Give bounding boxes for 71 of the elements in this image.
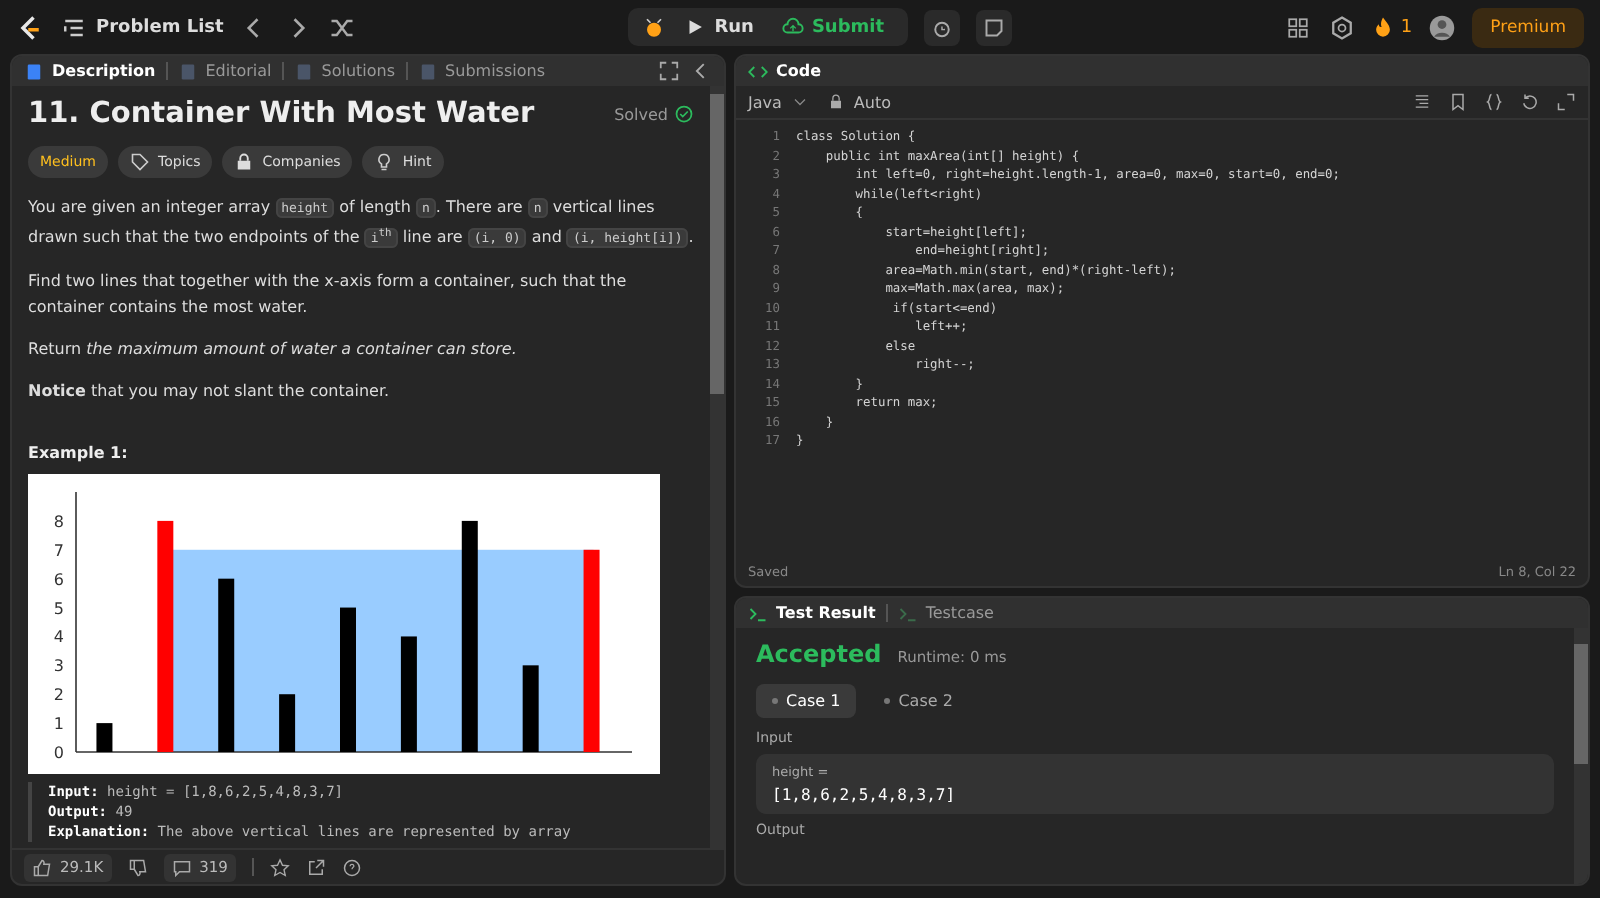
layout-icon[interactable] [1284, 13, 1313, 41]
auto-mode-button[interactable]: Auto [825, 92, 891, 112]
streak-counter[interactable]: 1 [1372, 16, 1413, 38]
dislike-icon[interactable] [127, 857, 148, 877]
panel-tab[interactable]: Test Result [748, 603, 876, 623]
tag-icon [130, 152, 150, 172]
lightbulb-icon [374, 152, 395, 172]
parameter-value: [1,8,6,2,5,4,8,3,7] [772, 786, 958, 804]
scrollbar[interactable] [1574, 628, 1588, 884]
description-paragraph: Find two lines that together with the x-axis form a container, such that the container contains the most water. [28, 270, 629, 321]
expand-icon[interactable] [1556, 92, 1576, 112]
share-icon[interactable] [305, 857, 326, 877]
problem-title: 11. Container With Most Water [28, 98, 537, 130]
dot-icon [884, 698, 891, 704]
scrollbar-thumb[interactable] [710, 94, 724, 394]
lock-icon [825, 92, 846, 112]
logo-icon[interactable] [16, 13, 44, 41]
code-icon [748, 61, 768, 81]
format-icon[interactable] [1412, 92, 1432, 112]
solved-status: Solved [614, 105, 668, 123]
terminal-icon [897, 603, 918, 623]
comment-icon [171, 857, 192, 877]
problem-list-button[interactable]: Problem List [60, 13, 224, 41]
dot-icon [772, 698, 778, 704]
run-button[interactable]: Run [672, 12, 766, 42]
star-icon[interactable] [269, 857, 290, 877]
axis-tick-label: 7 [53, 542, 64, 561]
braces-icon[interactable] [1484, 92, 1504, 112]
axis-tick-label: 5 [53, 599, 64, 618]
tab-icon [24, 61, 44, 81]
thumbs-up-icon [32, 857, 52, 877]
avatar-icon[interactable] [1428, 13, 1457, 41]
lock-icon [234, 152, 255, 172]
panel-tab[interactable]: Editorial [177, 61, 272, 81]
axis-tick-label: 3 [53, 657, 64, 676]
cloud-upload-icon [781, 16, 804, 38]
scrollbar-thumb[interactable] [1574, 644, 1588, 764]
terminal-icon [748, 603, 768, 623]
panel-tab[interactable]: Description [24, 61, 156, 81]
axis-tick-label: 2 [53, 686, 64, 705]
scrollbar[interactable] [710, 86, 724, 848]
axis-tick-label: 6 [53, 571, 64, 589]
tab-icon [293, 61, 314, 81]
axis-tick-label: 1 [53, 715, 64, 734]
panel-tab[interactable]: Testcase [897, 603, 994, 623]
reset-icon[interactable] [1520, 92, 1540, 112]
tab-icon [177, 61, 198, 81]
axis-tick-label: 8 [53, 513, 64, 532]
axis-tick-label: 4 [53, 628, 64, 647]
description-paragraph: Notice that you may not slant the container. [28, 380, 392, 405]
submit-button[interactable]: Submit [769, 12, 897, 42]
language-dropdown[interactable]: Java [748, 92, 810, 112]
check-circle-icon [674, 104, 694, 124]
example-heading: Example 1: [28, 444, 130, 463]
alarm-clock-icon[interactable] [924, 9, 961, 45]
description-paragraph: Return the maximum amount of water a container can store. [28, 338, 519, 363]
result-status: Accepted [756, 640, 882, 668]
fullscreen-icon[interactable] [658, 60, 680, 82]
panel-tab[interactable]: Solutions [293, 61, 396, 81]
play-icon [684, 16, 707, 38]
settings-icon[interactable] [1328, 13, 1357, 41]
case-tab[interactable]: Case 1 [756, 684, 857, 718]
panel-tab[interactable]: Submissions [417, 61, 545, 81]
case-tab[interactable]: Case 2 [868, 684, 969, 718]
premium-button[interactable]: Premium [1472, 7, 1584, 47]
tab-icon [417, 61, 438, 81]
note-icon[interactable] [976, 9, 1013, 45]
bookmark-icon[interactable] [1448, 92, 1468, 112]
axis-tick-label: 0 [53, 744, 64, 763]
code-tab[interactable]: Code [748, 61, 822, 81]
help-icon[interactable] [341, 857, 362, 877]
